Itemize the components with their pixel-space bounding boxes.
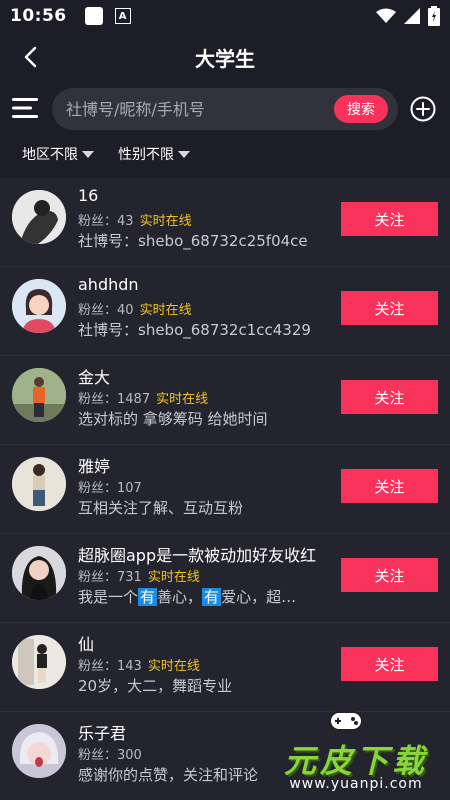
- user-name: 16: [78, 186, 99, 205]
- add-circle-icon[interactable]: [410, 96, 436, 122]
- highlight-tag: 有: [138, 588, 158, 606]
- avatar[interactable]: [12, 190, 66, 244]
- search-box: 搜索: [52, 88, 398, 130]
- fans-line: 粉丝：731 实时在线: [78, 566, 200, 585]
- user-row[interactable]: 仙 粉丝：143 实时在线 20岁，大二，舞蹈专业 关注: [0, 623, 450, 712]
- follow-button[interactable]: 关注: [341, 469, 438, 503]
- fans-label: 粉丝：: [78, 392, 118, 407]
- user-row[interactable]: ahdhdn 粉丝：40 实时在线 社博号：shebo_68732c1cc4329…: [0, 267, 450, 356]
- fans-line: 粉丝：143 实时在线: [78, 655, 200, 674]
- fans-label: 粉丝：: [78, 481, 118, 496]
- back-arrow-icon[interactable]: [18, 44, 44, 70]
- avatar[interactable]: [12, 279, 66, 333]
- user-name: 乐子君: [78, 724, 127, 743]
- follow-button[interactable]: 关注: [341, 291, 438, 325]
- user-desc: 互相关注了解、互动互粉: [78, 499, 244, 517]
- user-desc: 社博号：shebo_68732c25f04ce: [78, 232, 308, 250]
- user-desc: 选对标的 拿够筹码 给她时间: [78, 410, 268, 428]
- title-bar: 大学生: [0, 32, 450, 82]
- user-list: 16 粉丝：43 实时在线 社博号：shebo_68732c25f04ce 关注 …: [0, 178, 450, 800]
- fans-line: 粉丝：43 实时在线: [78, 210, 192, 229]
- avatar[interactable]: [12, 724, 66, 778]
- user-row[interactable]: 超脉圈app是一款被动加好友收红 粉丝：731 实时在线 我是一个有善心，有爱心，…: [0, 534, 450, 623]
- fans-label: 粉丝：: [78, 570, 118, 585]
- follow-button[interactable]: 关注: [341, 202, 438, 236]
- a-badge-icon: A: [114, 8, 131, 24]
- fans-line: 粉丝：107: [78, 477, 142, 496]
- online-status: 实时在线: [147, 570, 200, 585]
- avatar[interactable]: [12, 457, 66, 511]
- search-button[interactable]: 搜索: [334, 95, 388, 123]
- avatar[interactable]: [12, 546, 66, 600]
- user-row[interactable]: 16 粉丝：43 实时在线 社博号：shebo_68732c25f04ce 关注: [0, 178, 450, 267]
- desc-text: 善心，: [157, 588, 203, 606]
- user-desc: 我是一个有善心，有爱心，超…: [78, 586, 296, 607]
- search-row: 搜索: [0, 86, 450, 132]
- fans-count: 731: [117, 570, 142, 585]
- fans-line: 粉丝：300: [78, 744, 142, 763]
- fans-line: 粉丝：1487 实时在线: [78, 388, 208, 407]
- fans-label: 粉丝：: [78, 659, 118, 674]
- notification-icon: [84, 7, 103, 25]
- gender-filter-label: 性别不限: [118, 147, 174, 163]
- avatar[interactable]: [12, 368, 66, 422]
- online-status: 实时在线: [139, 214, 192, 229]
- gender-filter[interactable]: 性别不限: [118, 140, 190, 168]
- user-name: ahdhdn: [78, 275, 139, 294]
- fans-label: 粉丝：: [78, 748, 118, 763]
- desc-text: 我是一个: [78, 588, 139, 606]
- online-status: 实时在线: [147, 659, 200, 674]
- fans-count: 107: [117, 481, 142, 496]
- user-name: 超脉圈app是一款被动加好友收红: [78, 546, 317, 565]
- user-row[interactable]: 乐子君 粉丝：300 感谢你的点赞，关注和评论: [0, 712, 450, 800]
- page-title: 大学生: [195, 46, 255, 71]
- user-desc: 感谢你的点赞，关注和评论: [78, 766, 259, 784]
- wifi-icon: [376, 8, 396, 23]
- user-name: 雅婷: [78, 457, 111, 476]
- follow-button[interactable]: 关注: [341, 558, 438, 592]
- search-input[interactable]: [52, 88, 334, 130]
- online-status: 实时在线: [139, 303, 192, 318]
- highlight-tag: 有: [202, 588, 222, 606]
- user-name: 仙: [78, 635, 95, 654]
- avatar[interactable]: [12, 635, 66, 689]
- online-status: 实时在线: [156, 392, 209, 407]
- fans-label: 粉丝：: [78, 214, 118, 229]
- user-desc: 20岁，大二，舞蹈专业: [78, 677, 233, 695]
- filter-bar: 地区不限 性别不限: [0, 140, 450, 168]
- fans-line: 粉丝：40 实时在线: [78, 299, 192, 318]
- fans-count: 1487: [117, 392, 151, 407]
- fans-label: 粉丝：: [78, 303, 118, 318]
- user-row[interactable]: 雅婷 粉丝：107 互相关注了解、互动互粉 关注: [0, 445, 450, 534]
- caret-down-icon: [82, 151, 94, 158]
- battery-icon: [428, 6, 440, 26]
- user-name: 金大: [78, 368, 111, 387]
- desc-text: 爱心，超…: [221, 588, 297, 606]
- fans-count: 300: [117, 748, 142, 763]
- fans-count: 40: [117, 303, 134, 318]
- user-desc: 社博号：shebo_68732c1cc4329: [78, 321, 311, 339]
- fans-count: 143: [117, 659, 142, 674]
- user-row[interactable]: 金大 粉丝：1487 实时在线 选对标的 拿够筹码 给她时间 关注: [0, 356, 450, 445]
- signal-icon: [404, 8, 420, 24]
- status-bar: 10:56 A: [0, 0, 450, 32]
- status-time: 10:56: [10, 6, 67, 26]
- region-filter-label: 地区不限: [22, 147, 78, 163]
- menu-icon[interactable]: [12, 96, 38, 120]
- follow-button[interactable]: 关注: [341, 647, 438, 681]
- caret-down-icon: [178, 151, 190, 158]
- region-filter[interactable]: 地区不限: [22, 140, 94, 168]
- follow-button[interactable]: 关注: [341, 380, 438, 414]
- fans-count: 43: [117, 214, 134, 229]
